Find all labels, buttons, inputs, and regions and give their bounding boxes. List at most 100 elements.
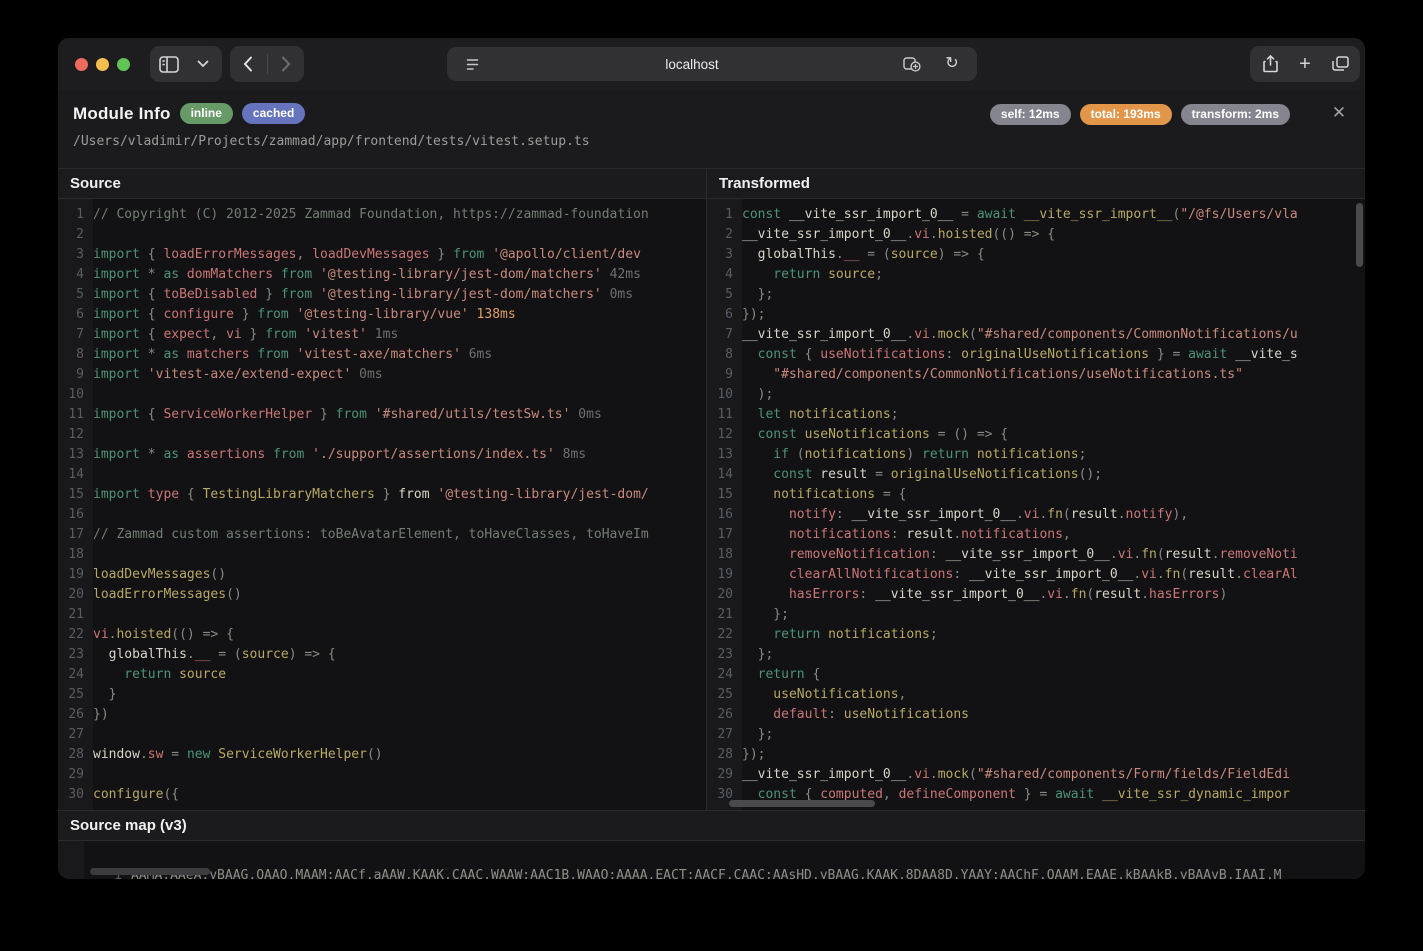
- page-title: Module Info: [73, 104, 171, 124]
- code-token: *: [140, 347, 163, 362]
- forward-button-icon[interactable]: [271, 49, 301, 79]
- code-token: ;: [930, 627, 938, 642]
- code-token: ;: [875, 267, 883, 282]
- code-token: globalThis: [93, 647, 187, 662]
- inline-badge: inline: [180, 103, 233, 124]
- code-line: 28});: [707, 745, 1365, 765]
- code-token: } =: [1149, 347, 1188, 362]
- code-line: 24 return {: [707, 665, 1365, 685]
- transformed-pane-title: Transformed: [707, 169, 1365, 199]
- code-line: 13import * as assertions from './support…: [58, 445, 706, 465]
- self-time-badge: self: 12ms: [990, 104, 1071, 125]
- code-token: ,: [883, 787, 899, 802]
- page-settings-icon[interactable]: [897, 49, 927, 79]
- line-number: 21: [707, 605, 733, 625]
- code-token: configure: [93, 787, 163, 802]
- line-number: 5: [707, 285, 733, 305]
- line-number: 16: [58, 505, 84, 525]
- code-line: 16 notify: __vite_ssr_import_0__.vi.fn(r…: [707, 505, 1365, 525]
- code-token: fn: [1047, 507, 1063, 522]
- source-pane: Source 1// Copyright (C) 2012-2025 Zamma…: [58, 169, 707, 810]
- line-number: 27: [707, 725, 733, 745]
- code-token: fn: [1165, 567, 1181, 582]
- code-token: fn: [1141, 547, 1157, 562]
- code-token: return: [742, 267, 820, 282]
- code-line: 22 return notifications;: [707, 625, 1365, 645]
- code-token: (() => {: [992, 227, 1055, 242]
- code-line: 10: [58, 385, 706, 405]
- code-token: useNotifications: [742, 687, 899, 702]
- chevron-down-icon[interactable]: [188, 49, 218, 79]
- code-line: 11import { ServiceWorkerHelper } from '#…: [58, 405, 706, 425]
- horizontal-scrollbar[interactable]: [729, 800, 875, 807]
- code-token: source: [891, 247, 938, 262]
- line-number: 21: [58, 605, 84, 625]
- window-close-button[interactable]: [75, 58, 88, 71]
- window-minimize-button[interactable]: [96, 58, 109, 71]
- code-token: (): [210, 567, 226, 582]
- code-token: vi: [914, 227, 930, 242]
- code-token: result: [906, 527, 953, 542]
- sidebar-icon[interactable]: [154, 49, 184, 79]
- code-token: const: [742, 347, 797, 362]
- line-number: 26: [58, 705, 84, 725]
- line-number: 1: [707, 205, 733, 225]
- sourcemap-section: Source map (v3) 1AAMA;AAeA,yBAAG,QAAQ,MA…: [58, 810, 1365, 879]
- code-token: ();: [1079, 467, 1102, 482]
- code-line: 29: [58, 765, 706, 785]
- line-number: 8: [707, 345, 733, 365]
- code-token: __vite_ssr_dynamic_impor: [1094, 787, 1290, 802]
- code-token: import: [93, 287, 140, 302]
- code-token: result: [1071, 507, 1118, 522]
- code-token: = {: [875, 487, 906, 502]
- code-token: *: [140, 267, 163, 282]
- code-token: vi: [914, 767, 930, 782]
- code-token: :: [836, 507, 852, 522]
- reader-icon[interactable]: [457, 49, 487, 79]
- window-zoom-button[interactable]: [117, 58, 130, 71]
- code-token: = (: [859, 247, 890, 262]
- code-line: 6});: [707, 305, 1365, 325]
- vertical-scrollbar[interactable]: [1356, 203, 1363, 267]
- horizontal-scrollbar[interactable]: [90, 868, 210, 875]
- code-token: source: [242, 647, 289, 662]
- sourcemap-code[interactable]: 1AAMA;AAeA,yBAAG,QAAQ,MAAM;AACf,aAAW,KAA…: [58, 841, 1365, 879]
- code-line: 2__vite_ssr_import_0__.vi.hoisted(() => …: [707, 225, 1365, 245]
- back-button-icon[interactable]: [233, 49, 263, 79]
- code-token: sw: [148, 747, 164, 762]
- code-token: ServiceWorkerHelper: [163, 407, 312, 422]
- code-token: domMatchers: [179, 267, 273, 282]
- code-token: await: [1188, 347, 1227, 362]
- url-text[interactable]: localhost: [487, 57, 897, 72]
- tab-overview-icon[interactable]: [1325, 49, 1355, 79]
- code-token: useNotifications: [797, 427, 930, 442]
- code-line: 30configure({: [58, 785, 706, 805]
- code-token: hasErrors: [1149, 587, 1219, 602]
- line-number: 20: [707, 585, 733, 605]
- sourcemap-mappings: AAMA;AAeA,yBAAG,QAAQ,MAAM;AACf,aAAW,KAAK…: [131, 868, 1282, 879]
- code-line: 14 const result = originalUseNotificatio…: [707, 465, 1365, 485]
- code-line: 25 }: [58, 685, 706, 705]
- source-code[interactable]: 1// Copyright (C) 2012-2025 Zammad Found…: [58, 199, 706, 810]
- line-number: 23: [58, 645, 84, 665]
- transformed-code[interactable]: 1const __vite_ssr_import_0__ = await __v…: [707, 199, 1365, 810]
- share-icon[interactable]: [1255, 49, 1285, 79]
- close-icon[interactable]: ✕: [1326, 100, 1352, 126]
- code-token: (: [1180, 567, 1188, 582]
- sourcemap-title: Source map (v3): [58, 811, 1365, 841]
- code-token: .: [140, 747, 148, 762]
- new-tab-icon[interactable]: +: [1290, 49, 1320, 79]
- line-number: 23: [707, 645, 733, 665]
- code-line: 20 hasErrors: __vite_ssr_import_0__.vi.f…: [707, 585, 1365, 605]
- line-number: 19: [58, 565, 84, 585]
- reload-icon[interactable]: ↻: [937, 49, 967, 79]
- line-number: 10: [58, 385, 84, 405]
- line-number: 15: [58, 485, 84, 505]
- code-token: {: [140, 327, 163, 342]
- line-number: 2: [707, 225, 733, 245]
- address-bar[interactable]: localhost ↻: [447, 47, 977, 81]
- code-token: :: [891, 527, 907, 542]
- code-token: from: [281, 287, 312, 302]
- code-token: ;: [1079, 447, 1087, 462]
- code-token: vi: [1024, 507, 1040, 522]
